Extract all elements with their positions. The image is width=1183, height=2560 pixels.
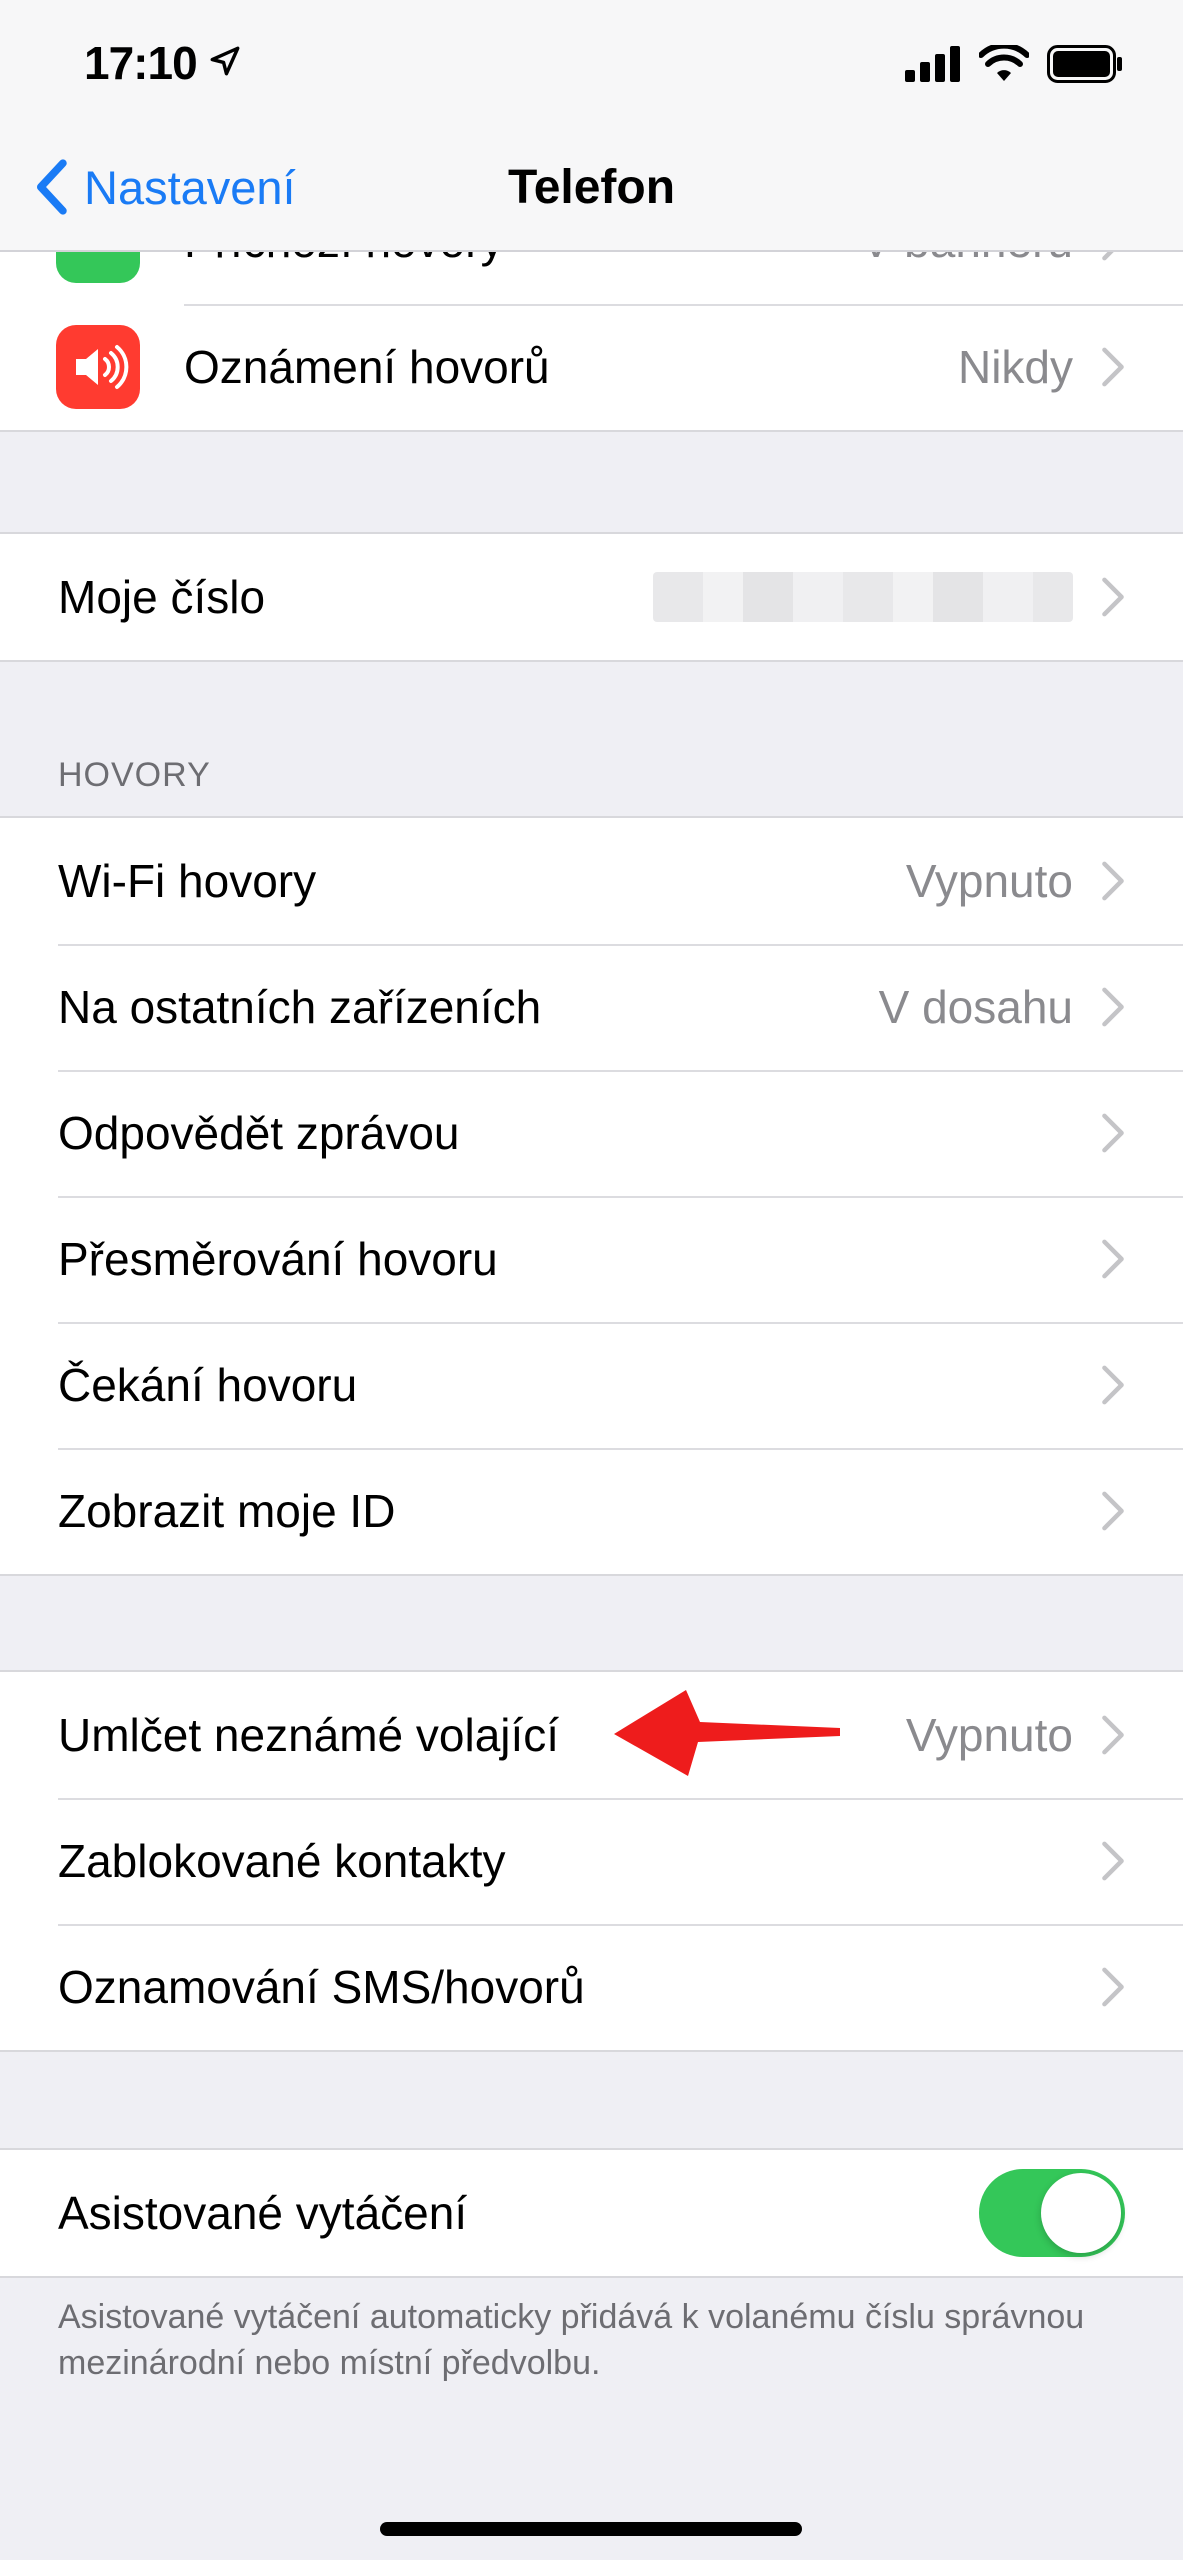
dial-assist-row: Asistované vytáčení bbox=[0, 2150, 1183, 2276]
dial-assist-footer: Asistované vytáčení automaticky přidává … bbox=[58, 2298, 1085, 2382]
location-arrow-icon bbox=[210, 46, 240, 76]
chevron-right-icon bbox=[1102, 1491, 1124, 1531]
my-number-group: Moje číslo bbox=[0, 532, 1183, 662]
row-label: Čekání hovoru bbox=[58, 1359, 358, 1411]
announce-calls-row[interactable]: Oznámení hovorů Nikdy bbox=[0, 304, 1183, 430]
row-label: Moje číslo bbox=[58, 571, 266, 623]
toggle-knob bbox=[1041, 2173, 1121, 2253]
chevron-right-icon bbox=[1102, 347, 1124, 387]
status-time: 17:10 bbox=[84, 37, 198, 89]
chevron-right-icon bbox=[1102, 1239, 1124, 1279]
sms-call-reporting-row[interactable]: Oznamování SMS/hovorů bbox=[0, 1924, 1183, 2050]
row-label: Přesměrování hovoru bbox=[58, 1233, 498, 1285]
row-label: Odpovědět zprávou bbox=[58, 1107, 460, 1159]
home-indicator[interactable] bbox=[380, 2522, 802, 2536]
cellular-signal-icon bbox=[905, 46, 960, 82]
redacted-phone-number bbox=[653, 572, 1073, 622]
other-devices-row[interactable]: Na ostatních zařízeních V dosahu bbox=[0, 944, 1183, 1070]
silence-unknown-callers-row[interactable]: Umlčet neznámé volající Vypnuto bbox=[0, 1672, 1183, 1798]
section-header-calls: HOVORY bbox=[58, 756, 211, 794]
call-forwarding-row[interactable]: Přesměrování hovoru bbox=[0, 1196, 1183, 1322]
row-label: Zobrazit moje ID bbox=[58, 1485, 396, 1537]
speaker-icon bbox=[56, 325, 140, 409]
top-bar: 17:10 Nastavení Telefon bbox=[0, 0, 1183, 252]
chevron-right-icon bbox=[1102, 1113, 1124, 1153]
chevron-right-icon bbox=[1102, 1967, 1124, 2007]
chevron-right-icon bbox=[1102, 1715, 1124, 1755]
battery-icon bbox=[1047, 45, 1122, 83]
wifi-icon bbox=[979, 45, 1029, 81]
calls-group: Wi-Fi hovory Vypnuto Na ostatních zaříze… bbox=[0, 816, 1183, 1576]
row-label: Umlčet neznámé volající bbox=[58, 1709, 560, 1761]
row-label: Na ostatních zařízeních bbox=[58, 981, 542, 1033]
row-label: Wi-Fi hovory bbox=[58, 855, 317, 907]
row-value: Nikdy bbox=[957, 341, 1073, 393]
chevron-right-icon bbox=[1102, 861, 1124, 901]
annotation-arrow-icon bbox=[614, 1690, 840, 1776]
blocking-group: Umlčet neznámé volající Vypnuto Zablokov… bbox=[0, 1670, 1183, 2052]
blocked-contacts-row[interactable]: Zablokované kontakty bbox=[0, 1798, 1183, 1924]
chevron-right-icon bbox=[1102, 987, 1124, 1027]
chevron-right-icon bbox=[1102, 1365, 1124, 1405]
row-label: Oznámení hovorů bbox=[184, 341, 550, 393]
row-label: Oznamování SMS/hovorů bbox=[58, 1961, 585, 2013]
dial-assist-group: Asistované vytáčení bbox=[0, 2148, 1183, 2278]
dial-assist-toggle[interactable] bbox=[979, 2169, 1125, 2257]
call-waiting-row[interactable]: Čekání hovoru bbox=[0, 1322, 1183, 1448]
wifi-calling-row[interactable]: Wi-Fi hovory Vypnuto bbox=[0, 818, 1183, 944]
row-value: Vypnuto bbox=[905, 1709, 1073, 1761]
chevron-right-icon bbox=[1102, 1841, 1124, 1881]
row-value: Vypnuto bbox=[905, 855, 1073, 907]
row-value: V dosahu bbox=[878, 981, 1073, 1033]
page-title: Telefon bbox=[507, 161, 676, 214]
respond-with-text-row[interactable]: Odpovědět zprávou bbox=[0, 1070, 1183, 1196]
show-caller-id-row[interactable]: Zobrazit moje ID bbox=[0, 1448, 1183, 1574]
chevron-right-icon bbox=[1102, 577, 1124, 617]
row-label: Zablokované kontakty bbox=[58, 1835, 506, 1887]
row-label: Asistované vytáčení bbox=[58, 2187, 468, 2239]
my-number-row[interactable]: Moje číslo bbox=[0, 534, 1183, 660]
status-icons bbox=[905, 44, 1123, 84]
